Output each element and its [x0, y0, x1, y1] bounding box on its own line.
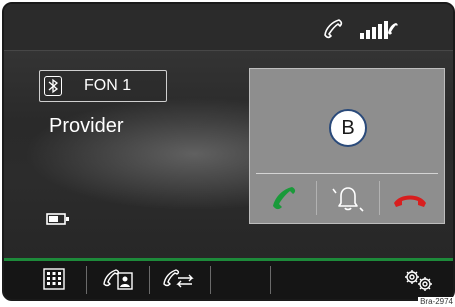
keypad-button[interactable] — [34, 265, 78, 295]
device-label: FON 1 — [84, 77, 132, 94]
bottom-navigation-bar — [4, 261, 453, 299]
panel-divider — [256, 173, 438, 174]
decline-call-button[interactable] — [380, 179, 440, 219]
figure-reference: Bra-2974 — [418, 297, 455, 307]
empty-slot-button[interactable] — [214, 265, 268, 295]
mute-ringtone-icon — [332, 187, 364, 212]
call-lists-button[interactable] — [154, 265, 208, 295]
phone-handset-icon — [324, 19, 343, 39]
settings-button[interactable] — [396, 265, 440, 295]
battery-icon — [46, 213, 69, 225]
bottom-bar-separator — [86, 266, 87, 294]
incoming-call-panel: B — [249, 68, 445, 224]
bottom-bar-separator — [149, 266, 150, 294]
accept-call-button[interactable] — [254, 179, 314, 219]
infotainment-frame: FON 1 Provider B Bra-2974 — [0, 0, 455, 307]
signal-strength-icon — [360, 21, 398, 39]
settings-icon — [405, 270, 432, 291]
provider-name: Provider — [49, 115, 124, 137]
bottom-bar-separator — [270, 266, 271, 294]
keypad-icon — [43, 268, 65, 290]
bluetooth-icon — [44, 76, 62, 96]
bottom-bar-separator — [210, 266, 211, 294]
phone-device-selector[interactable]: FON 1 — [39, 70, 167, 102]
accept-call-icon — [273, 187, 296, 210]
decline-call-icon — [394, 195, 426, 207]
phonebook-button[interactable] — [90, 265, 146, 295]
phone-screen: FON 1 Provider B — [2, 2, 455, 301]
call-lists-icon — [163, 269, 194, 288]
status-bar — [4, 4, 453, 51]
phonebook-icon — [103, 269, 133, 290]
mute-ringtone-button[interactable] — [317, 179, 377, 219]
caller-avatar: B — [329, 109, 367, 147]
